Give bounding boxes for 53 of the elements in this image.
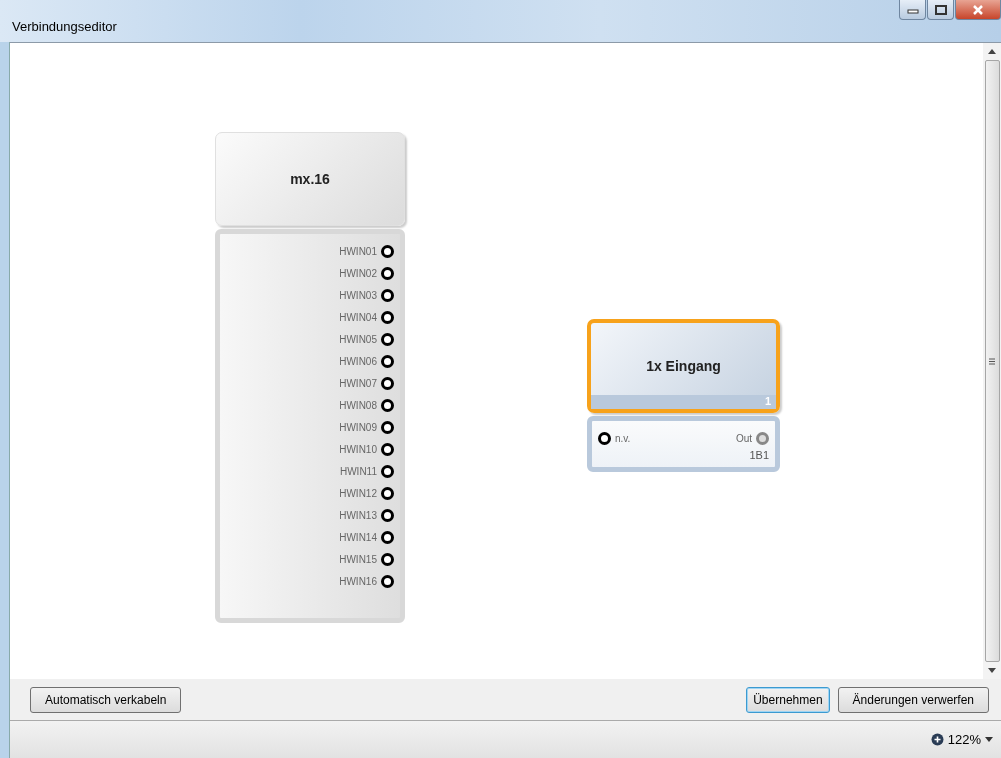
port-label: HWIN05 [339, 333, 377, 345]
port-icon[interactable] [381, 508, 394, 522]
port-icon[interactable] [381, 332, 394, 346]
port-label: HWIN07 [339, 377, 377, 389]
auto-wire-button[interactable]: Automatisch verkabeln [30, 686, 182, 713]
discard-button[interactable]: Änderungen verwerfen [837, 686, 989, 713]
port-label: HWIN16 [339, 575, 377, 587]
port-label: HWIN02 [339, 267, 377, 279]
port-icon[interactable] [381, 552, 394, 566]
port-label: HWIN03 [339, 289, 377, 301]
node-header[interactable]: mx.16 [215, 132, 405, 226]
port-icon[interactable] [381, 288, 394, 302]
port-label: HWIN15 [339, 553, 377, 565]
node-header[interactable]: 1x Eingang 1 [587, 319, 780, 413]
apply-button[interactable]: Übernehmen [746, 686, 830, 713]
port-label: Out [735, 432, 752, 444]
port-icon[interactable] [598, 431, 611, 445]
port-icon[interactable] [381, 442, 394, 456]
port-label: n.v. [615, 432, 631, 444]
port-label: HWIN04 [339, 311, 377, 323]
maximize-icon [934, 4, 947, 15]
close-button[interactable] [955, 0, 1001, 20]
node-number: 1 [591, 395, 776, 409]
port-icon[interactable] [381, 574, 394, 588]
port-icon[interactable] [381, 486, 394, 500]
port-icon[interactable] [381, 420, 394, 434]
port-label: HWIN13 [339, 509, 377, 521]
port-icon[interactable] [381, 244, 394, 258]
port-icon[interactable] [381, 464, 394, 478]
port-label: HWIN06 [339, 355, 377, 367]
zoom-level: 122% [947, 732, 981, 747]
node-title: 1x Eingang [646, 358, 721, 374]
port-icon[interactable] [381, 530, 394, 544]
window-title: Verbindungseditor [12, 19, 117, 34]
close-icon [972, 4, 984, 15]
port-icon[interactable] [381, 354, 394, 368]
scrollbar-thumb[interactable] [984, 60, 1000, 662]
maximize-button[interactable] [927, 0, 954, 20]
port-label: HWIN11 [339, 465, 377, 477]
port-address: 1B1 [748, 449, 769, 461]
dropdown-icon[interactable] [985, 737, 993, 742]
node-title: mx.16 [290, 171, 330, 187]
port-label: HWIN09 [339, 421, 377, 433]
port-icon[interactable] [381, 376, 394, 390]
zoom-in-icon[interactable] [930, 733, 944, 746]
port-label: HWIN08 [339, 399, 377, 411]
port-label: HWIN14 [339, 531, 377, 543]
port-icon[interactable] [381, 266, 394, 280]
port-label: HWIN01 [339, 245, 377, 257]
port-icon[interactable] [381, 398, 394, 412]
port-label: HWIN10 [339, 443, 377, 455]
port-icon[interactable] [381, 310, 394, 324]
port-label: HWIN12 [339, 487, 377, 499]
